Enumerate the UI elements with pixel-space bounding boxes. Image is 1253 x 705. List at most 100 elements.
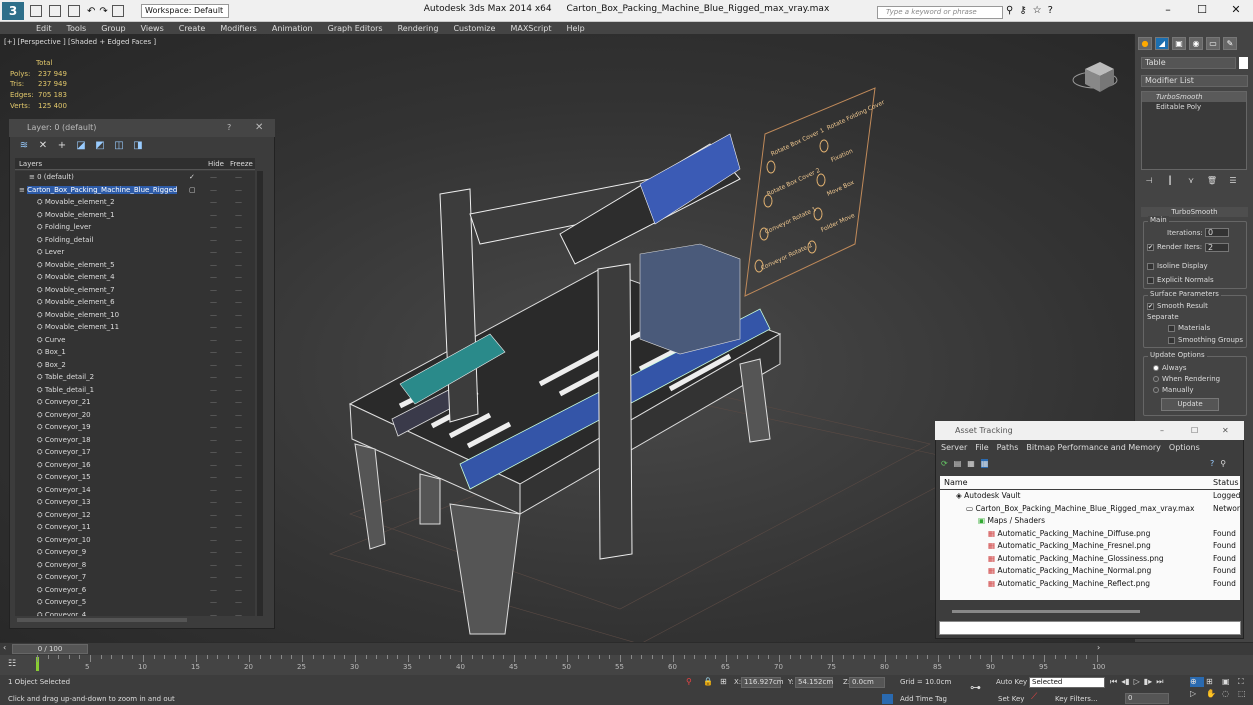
layer-row[interactable]: ⛭ Conveyor_5 — —: [15, 596, 255, 609]
hide-toggle[interactable]: —: [210, 509, 217, 522]
hierarchy-tab-icon[interactable]: ▣: [1172, 37, 1186, 50]
layer-row[interactable]: ⛭ Movable_element_1 — —: [15, 209, 255, 222]
freeze-toggle[interactable]: —: [235, 221, 242, 234]
menu-group[interactable]: Group: [101, 24, 125, 33]
layer-hscrollbar[interactable]: [17, 618, 187, 622]
layer-row[interactable]: ⛭ Conveyor_20 — —: [15, 409, 255, 422]
hide-toggle[interactable]: —: [210, 396, 217, 409]
freeze-toggle[interactable]: —: [235, 496, 242, 509]
freeze-col-header[interactable]: Freeze: [230, 160, 253, 168]
list-view-icon[interactable]: ▤: [954, 459, 962, 468]
hide-toggle[interactable]: —: [210, 246, 217, 259]
hide-toggle[interactable]: —: [210, 409, 217, 422]
close-icon[interactable]: ✕: [1222, 421, 1229, 440]
asset-row[interactable]: ▣ Maps / Shaders: [940, 515, 1240, 528]
current-layer-check-icon[interactable]: ✓: [189, 171, 195, 184]
render-iters-checkbox[interactable]: ✔: [1147, 243, 1154, 251]
always-radio[interactable]: [1153, 365, 1159, 371]
asset-row[interactable]: ▦ Automatic_Packing_Machine_Normal.png Fo…: [940, 565, 1240, 578]
layer-row[interactable]: ⛭ Conveyor_7 — —: [15, 571, 255, 584]
layer-row[interactable]: ⛭ Conveyor_15 — —: [15, 471, 255, 484]
layer-row[interactable]: ⛭ Conveyor_8 — —: [15, 559, 255, 572]
materials-checkbox[interactable]: [1168, 324, 1175, 332]
go-to-start-icon[interactable]: ⏮: [1110, 677, 1117, 687]
time-tag-icon[interactable]: [882, 694, 893, 704]
hide-toggle[interactable]: —: [210, 284, 217, 297]
menu-create[interactable]: Create: [179, 24, 206, 33]
asset-row[interactable]: ▦ Automatic_Packing_Machine_Fresnel.png F…: [940, 540, 1240, 553]
name-col-header[interactable]: Name: [944, 478, 968, 487]
hide-toggle[interactable]: —: [210, 571, 217, 584]
asset-menu-server[interactable]: Server: [941, 443, 967, 452]
freeze-toggle[interactable]: —: [235, 521, 242, 534]
freeze-toggle[interactable]: —: [235, 209, 242, 222]
layer-row[interactable]: ⛭ Conveyor_10 — —: [15, 534, 255, 547]
minimize-icon[interactable]: –: [1160, 421, 1164, 440]
freeze-toggle[interactable]: —: [235, 396, 242, 409]
refresh-icon[interactable]: ⟳: [941, 459, 948, 468]
freeze-toggle[interactable]: —: [235, 471, 242, 484]
set-current-layer-icon[interactable]: ▢: [189, 184, 196, 197]
status-col-header[interactable]: Status: [1213, 478, 1239, 487]
layer-row[interactable]: ⛭ Conveyor_19 — —: [15, 421, 255, 434]
maximize-icon[interactable]: ☐: [1185, 0, 1219, 22]
time-slider[interactable]: 0 / 100 ‹ ›: [0, 643, 1253, 655]
layer-row[interactable]: ⛭ Lever — —: [15, 246, 255, 259]
next-key-icon[interactable]: ▮▸: [1144, 677, 1152, 687]
freeze-toggle[interactable]: —: [235, 271, 242, 284]
track-bar[interactable]: ☷ 5 10 15 20 25 30 35 40 45 50 55 60 65 70 75 80 85 90 95 1…: [0, 655, 1253, 675]
layer-row[interactable]: ⛭ Conveyor_6 — —: [15, 584, 255, 597]
key-icon[interactable]: ⚷: [1019, 5, 1026, 16]
freeze-toggle[interactable]: —: [235, 571, 242, 584]
update-button[interactable]: Update: [1161, 398, 1219, 411]
add-time-tag[interactable]: Add Time Tag: [900, 695, 947, 703]
hide-toggle[interactable]: —: [210, 184, 217, 197]
x-coordinate-field[interactable]: 116.927cm: [741, 677, 784, 688]
layer-row[interactable]: ⛭ Conveyor_12 — —: [15, 509, 255, 522]
freeze-toggle[interactable]: —: [235, 196, 242, 209]
next-frame-icon[interactable]: ›: [1097, 643, 1100, 652]
hide-toggle[interactable]: —: [210, 534, 217, 547]
pin-stack-icon[interactable]: ⊣: [1142, 176, 1156, 186]
zoom-icon[interactable]: ⊕: [1190, 677, 1204, 687]
viewcube-icon[interactable]: [1072, 62, 1118, 92]
go-to-end-icon[interactable]: ⏭: [1156, 677, 1163, 687]
menu-graph-editors[interactable]: Graph Editors: [328, 24, 383, 33]
freeze-toggle[interactable]: —: [235, 421, 242, 434]
hide-toggle[interactable]: —: [210, 296, 217, 309]
layer-row[interactable]: ⛭ Movable_element_5 — —: [15, 259, 255, 272]
layer-row[interactable]: ⛭ Folding_detail — —: [15, 234, 255, 247]
minimize-icon[interactable]: –: [1151, 0, 1185, 22]
remove-modifier-icon[interactable]: 🗑: [1205, 176, 1219, 186]
key-filters-button[interactable]: Key Filters...: [1055, 695, 1098, 703]
select-in-layer-icon[interactable]: ◪: [75, 140, 87, 152]
modify-tab-icon[interactable]: ◢: [1155, 37, 1169, 50]
modifier-list-dropdown[interactable]: Modifier List: [1141, 75, 1248, 87]
hide-toggle[interactable]: —: [210, 421, 217, 434]
layer-row[interactable]: ≡ Carton_Box_Packing_Machine_Blue_Rigged…: [15, 184, 255, 197]
close-icon[interactable]: ✕: [255, 119, 263, 137]
hide-toggle[interactable]: —: [210, 346, 217, 359]
hide-toggle[interactable]: —: [210, 596, 217, 609]
hide-toggle[interactable]: —: [210, 259, 217, 272]
asset-menu-file[interactable]: File: [975, 443, 988, 452]
asset-row[interactable]: ◈ Autodesk Vault Logged: [940, 490, 1241, 503]
hide-toggle[interactable]: —: [210, 321, 217, 334]
help-icon[interactable]: ?: [1048, 5, 1053, 16]
freeze-toggle[interactable]: —: [235, 484, 242, 497]
layer-scrollbar[interactable]: [257, 171, 263, 616]
asset-menu-options[interactable]: Options: [1169, 443, 1200, 452]
layer-row[interactable]: ⛭ Folding_lever — —: [15, 221, 255, 234]
menu-help[interactable]: Help: [567, 24, 585, 33]
key-mode-icon[interactable]: ⊶: [970, 681, 981, 694]
hide-toggle[interactable]: —: [210, 371, 217, 384]
hide-toggle[interactable]: —: [210, 221, 217, 234]
hide-toggle[interactable]: —: [210, 384, 217, 397]
freeze-toggle[interactable]: —: [235, 296, 242, 309]
hide-toggle[interactable]: —: [210, 559, 217, 572]
hide-toggle[interactable]: —: [210, 609, 217, 617]
pin-icon[interactable]: ⚲: [1220, 459, 1226, 468]
smooth-result-checkbox[interactable]: ✔: [1147, 302, 1154, 310]
when-rendering-radio[interactable]: [1153, 376, 1159, 382]
freeze-toggle[interactable]: —: [235, 384, 242, 397]
